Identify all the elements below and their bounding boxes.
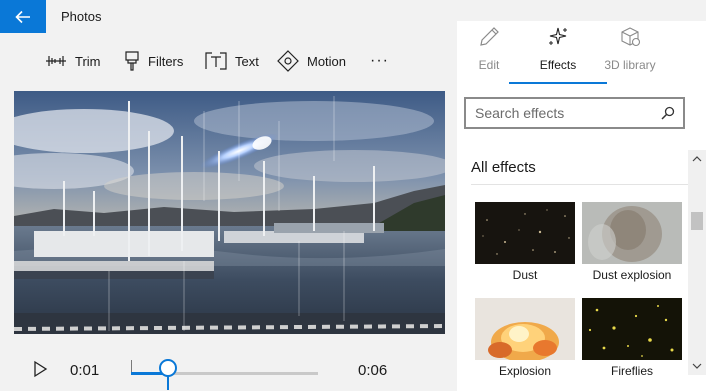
effect-explosion[interactable]: Explosion: [475, 298, 575, 378]
dust-thumbnail: [475, 202, 575, 264]
scroll-up-icon[interactable]: [692, 154, 702, 164]
tab-edit-label: Edit: [478, 58, 500, 72]
tab-effects-label: Effects: [539, 58, 577, 72]
tab-3d-library-label: 3D library: [604, 58, 656, 72]
current-time: 0:01: [70, 362, 100, 379]
filters-icon: [125, 51, 139, 71]
motion-label: Motion: [307, 53, 347, 69]
section-title: All effects: [471, 159, 536, 176]
play-button[interactable]: [30, 359, 50, 379]
tab-effects[interactable]: Effects: [518, 21, 598, 87]
tab-edit[interactable]: Edit: [449, 21, 529, 87]
app-title: Photos: [61, 9, 102, 24]
active-tab-indicator: [509, 82, 607, 84]
trim-label: Trim: [75, 53, 101, 69]
text-button[interactable]: Text: [205, 49, 259, 73]
filters-label: Filters: [148, 53, 184, 69]
effects-panel: Edit Effects 3D library Search effects A…: [457, 21, 706, 391]
back-arrow-icon: [15, 10, 30, 23]
scroll-down-icon[interactable]: [692, 361, 702, 371]
motion-icon: [277, 50, 299, 72]
playback-bar: 0:01 0:06: [0, 340, 456, 391]
panel-tabs: Edit Effects 3D library: [457, 21, 706, 87]
explosion-thumbnail: [475, 298, 575, 360]
effect-dust-explosion-label: Dust explosion: [592, 268, 672, 282]
trim-button[interactable]: Trim: [45, 49, 101, 73]
text-icon: [205, 52, 227, 70]
scrollbar-thumb[interactable]: [691, 212, 703, 230]
effect-fireflies-label: Fireflies: [610, 364, 653, 378]
scrubber-stem: [167, 375, 170, 390]
effect-dust-label: Dust: [512, 268, 538, 282]
search-effects-input[interactable]: Search effects: [464, 97, 685, 129]
edit-toolbar: Trim Filters Text Motion ···: [0, 33, 456, 89]
effects-scrollbar[interactable]: [688, 150, 706, 375]
dust-explosion-thumbnail: [582, 202, 682, 264]
harbor-photo: [14, 91, 445, 334]
fireflies-thumbnail: [582, 298, 682, 360]
effect-fireflies[interactable]: Fireflies: [582, 298, 682, 378]
scrubber-handle[interactable]: [159, 359, 178, 377]
tab-3d-library[interactable]: 3D library: [590, 21, 670, 87]
filters-button[interactable]: Filters: [124, 49, 183, 73]
end-time: 0:06: [358, 362, 388, 379]
effect-dust[interactable]: Dust: [475, 202, 575, 282]
video-preview[interactable]: [14, 91, 445, 334]
play-icon: [34, 360, 48, 378]
effect-explosion-label: Explosion: [498, 364, 552, 378]
trim-icon: [46, 56, 66, 66]
search-icon[interactable]: [661, 106, 675, 120]
more-options-button[interactable]: ···: [370, 49, 389, 73]
section-divider: [471, 184, 689, 185]
text-label: Text: [235, 53, 259, 69]
back-button[interactable]: [0, 0, 46, 33]
more-options-icon: ···: [370, 52, 389, 69]
sparkle-icon: [549, 27, 567, 45]
timeline-scrubber[interactable]: [131, 359, 318, 390]
cube-icon: [621, 27, 641, 47]
search-placeholder: Search effects: [475, 105, 565, 121]
effect-dust-explosion[interactable]: Dust explosion: [582, 202, 682, 282]
motion-button[interactable]: Motion: [277, 49, 346, 73]
pencil-icon: [480, 27, 499, 46]
